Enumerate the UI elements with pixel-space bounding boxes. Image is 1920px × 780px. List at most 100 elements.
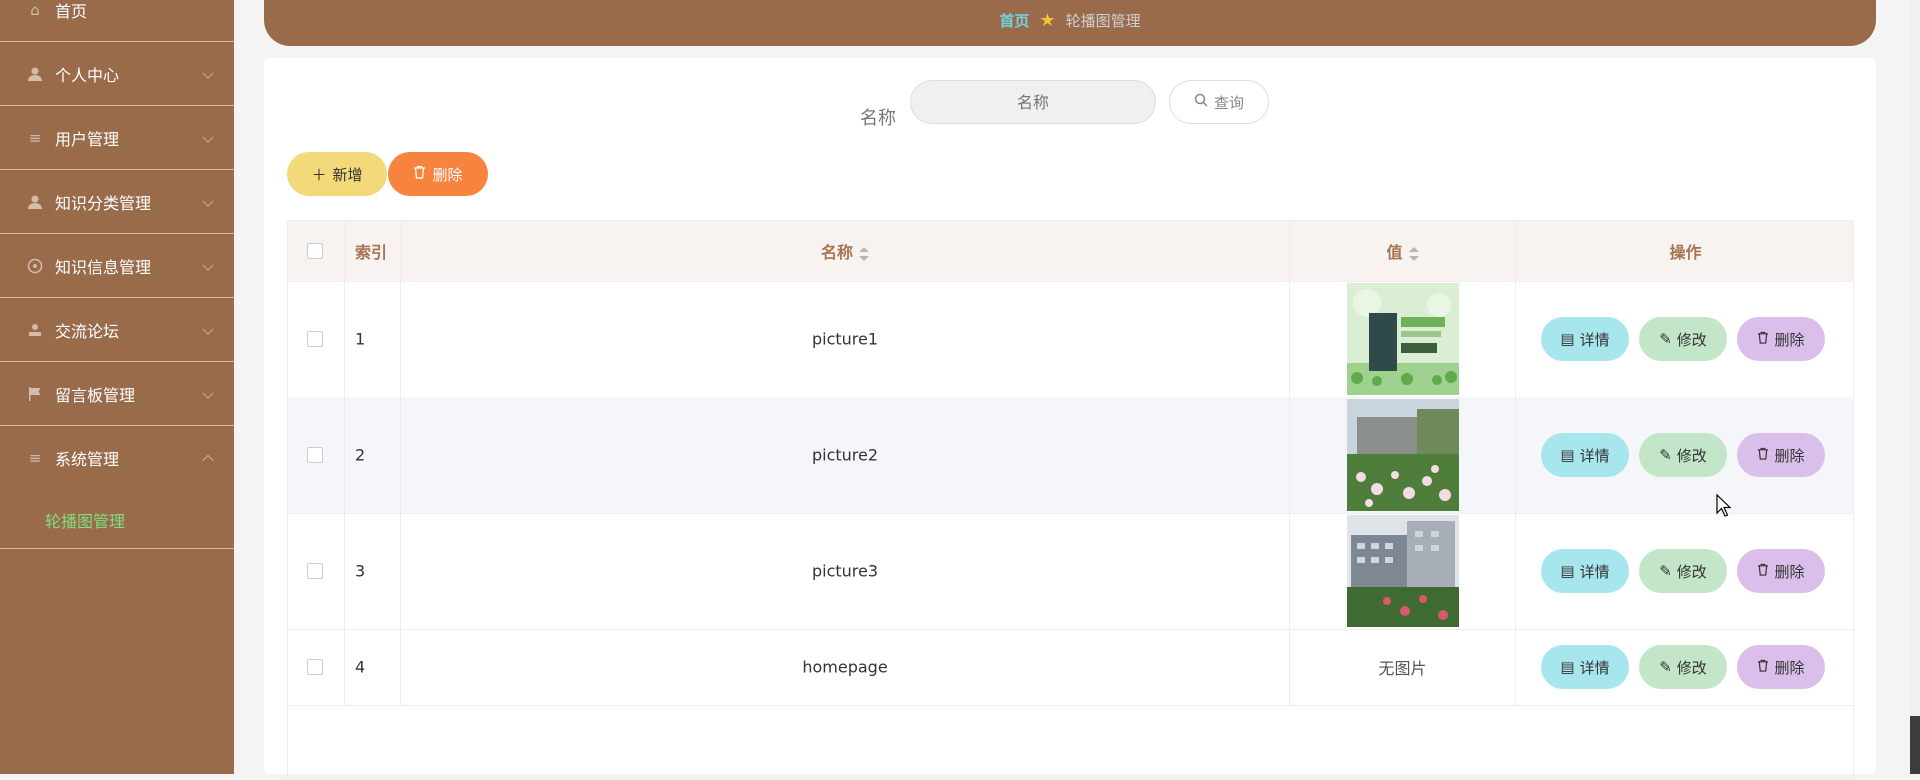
detail-button-label: 详情	[1579, 446, 1610, 465]
header-name: 名称	[820, 243, 854, 262]
sidebar-item-system-management[interactable]: ≡ 系统管理	[0, 426, 234, 490]
sort-icon[interactable]	[859, 246, 870, 261]
picture2-thumbnail[interactable]	[1347, 399, 1459, 511]
row-name-cell: homepage	[401, 629, 1290, 705]
header-index-cell: 索引	[345, 221, 401, 281]
search-button[interactable]: 查询	[1169, 80, 1269, 124]
chevron-down-icon	[202, 67, 214, 79]
row-index: 1	[355, 329, 366, 349]
sidebar-item-forum[interactable]: 交流论坛	[0, 298, 234, 362]
row-value-cell	[1290, 281, 1516, 397]
search-label: 名称	[860, 108, 896, 129]
document-icon: ▤	[1560, 562, 1575, 580]
edit-button[interactable]: ✎ 修改	[1639, 317, 1727, 361]
sidebar-item-label: 个人中心	[55, 65, 120, 85]
row-value-cell	[1290, 513, 1516, 629]
sidebar-item-knowledge-category[interactable]: 知识分类管理	[0, 170, 234, 234]
picture3-thumbnail[interactable]	[1347, 515, 1459, 627]
row-index-cell: 2	[345, 397, 401, 513]
row-index: 2	[355, 445, 366, 465]
detail-button-label: 详情	[1579, 658, 1610, 677]
trash-icon	[1757, 446, 1769, 464]
sidebar-item-label: 知识分类管理	[55, 193, 152, 213]
sidebar-item-personal-center[interactable]: 个人中心	[0, 42, 234, 106]
edit-button[interactable]: ✎ 修改	[1639, 433, 1727, 477]
flag-icon	[26, 385, 44, 403]
data-table: 索引 名称 值 操作 1 picture1 ▤ 详情 ✎ 修改 删除 2 pic…	[287, 220, 1854, 780]
picture1-thumbnail[interactable]	[1347, 283, 1459, 395]
row-checkbox[interactable]	[307, 331, 323, 347]
batch-delete-button-label: 删除	[432, 165, 463, 184]
chevron-up-icon	[202, 454, 214, 467]
chevron-down-icon	[202, 195, 214, 207]
row-checkbox[interactable]	[307, 659, 323, 675]
header-ops-cell: 操作	[1516, 221, 1855, 281]
row-index-cell: 3	[345, 513, 401, 629]
row-index-cell: 1	[345, 281, 401, 397]
search-input[interactable]	[910, 80, 1156, 124]
chevron-down-icon	[202, 323, 214, 335]
content-card: 名称 查询 ＋ 新增 删除 索引 名称	[264, 58, 1876, 780]
breadcrumb-current: 轮播图管理	[1065, 11, 1141, 30]
add-button[interactable]: ＋ 新增	[287, 152, 387, 196]
pencil-icon: ✎	[1659, 330, 1672, 348]
home-icon: ⌂	[30, 0, 40, 19]
table-row: 2 picture2 ▤ 详情 ✎ 修改 删除	[288, 397, 1853, 514]
table-row: 1 picture1 ▤ 详情 ✎ 修改 删除	[288, 281, 1853, 398]
edit-button[interactable]: ✎ 修改	[1639, 549, 1727, 593]
delete-button-label: 删除	[1774, 330, 1805, 349]
list-icon: ≡	[28, 128, 42, 147]
row-name: picture1	[811, 329, 879, 349]
row-checkbox[interactable]	[307, 563, 323, 579]
detail-button[interactable]: ▤ 详情	[1541, 433, 1629, 477]
detail-button[interactable]: ▤ 详情	[1541, 317, 1629, 361]
sidebar-subitem-carousel[interactable]: 轮播图管理	[0, 491, 234, 549]
sidebar-item-user-management[interactable]: ≡ 用户管理	[0, 106, 234, 170]
delete-button-label: 删除	[1774, 658, 1805, 677]
row-ops-cell: ▤ 详情 ✎ 修改 删除	[1516, 281, 1855, 397]
edit-button-label: 修改	[1676, 330, 1707, 349]
delete-button[interactable]: 删除	[1737, 645, 1825, 689]
sidebar-item-label: 系统管理	[55, 450, 120, 469]
row-index: 3	[355, 561, 366, 581]
row-name: picture3	[811, 561, 879, 581]
row-name-cell: picture1	[401, 281, 1290, 397]
sidebar-item-label: 交流论坛	[55, 321, 120, 341]
table-row: 4 homepage 无图片 ▤ 详情 ✎ 修改 删除	[288, 629, 1853, 706]
chevron-down-icon	[202, 259, 214, 271]
sidebar-item-message-board[interactable]: 留言板管理	[0, 362, 234, 426]
breadcrumb-home[interactable]: 首页	[999, 10, 1029, 31]
sort-icon[interactable]	[1408, 246, 1419, 261]
detail-button[interactable]: ▤ 详情	[1541, 549, 1629, 593]
header-name-cell[interactable]: 名称	[401, 221, 1290, 281]
batch-delete-button[interactable]: 删除	[388, 152, 488, 196]
sidebar-item-label: 首页	[55, 1, 88, 21]
row-name: homepage	[802, 657, 888, 677]
detail-button-label: 详情	[1579, 562, 1610, 581]
edit-button[interactable]: ✎ 修改	[1639, 645, 1727, 689]
header-value-cell[interactable]: 值	[1290, 221, 1516, 281]
detail-button[interactable]: ▤ 详情	[1541, 645, 1629, 689]
delete-button-label: 删除	[1774, 562, 1805, 581]
select-all-checkbox[interactable]	[307, 243, 323, 259]
delete-button[interactable]: 删除	[1737, 317, 1825, 361]
sidebar-item-home[interactable]: ⌂ 首页	[0, 0, 234, 42]
row-name-cell: picture3	[401, 513, 1290, 629]
row-checkbox[interactable]	[307, 447, 323, 463]
pencil-icon: ✎	[1659, 562, 1672, 580]
edit-button-label: 修改	[1676, 446, 1707, 465]
search-icon	[1194, 93, 1208, 111]
table-row: 3 picture3 ▤ 详情 ✎ 修改 删除	[288, 513, 1853, 630]
sidebar-item-label: 留言板管理	[55, 385, 136, 405]
row-checkbox-cell	[288, 513, 345, 629]
delete-button[interactable]: 删除	[1737, 549, 1825, 593]
page-scrollbar[interactable]	[1910, 0, 1920, 774]
sidebar-item-knowledge-info[interactable]: 知识信息管理	[0, 234, 234, 298]
search-button-label: 查询	[1213, 93, 1244, 112]
no-image-text: 无图片	[1378, 659, 1427, 678]
user-icon	[26, 193, 44, 211]
delete-button[interactable]: 删除	[1737, 433, 1825, 477]
scrollbar-thumb[interactable]	[1910, 716, 1920, 774]
star-icon: ★	[1039, 9, 1056, 31]
document-icon: ▤	[1560, 446, 1575, 464]
